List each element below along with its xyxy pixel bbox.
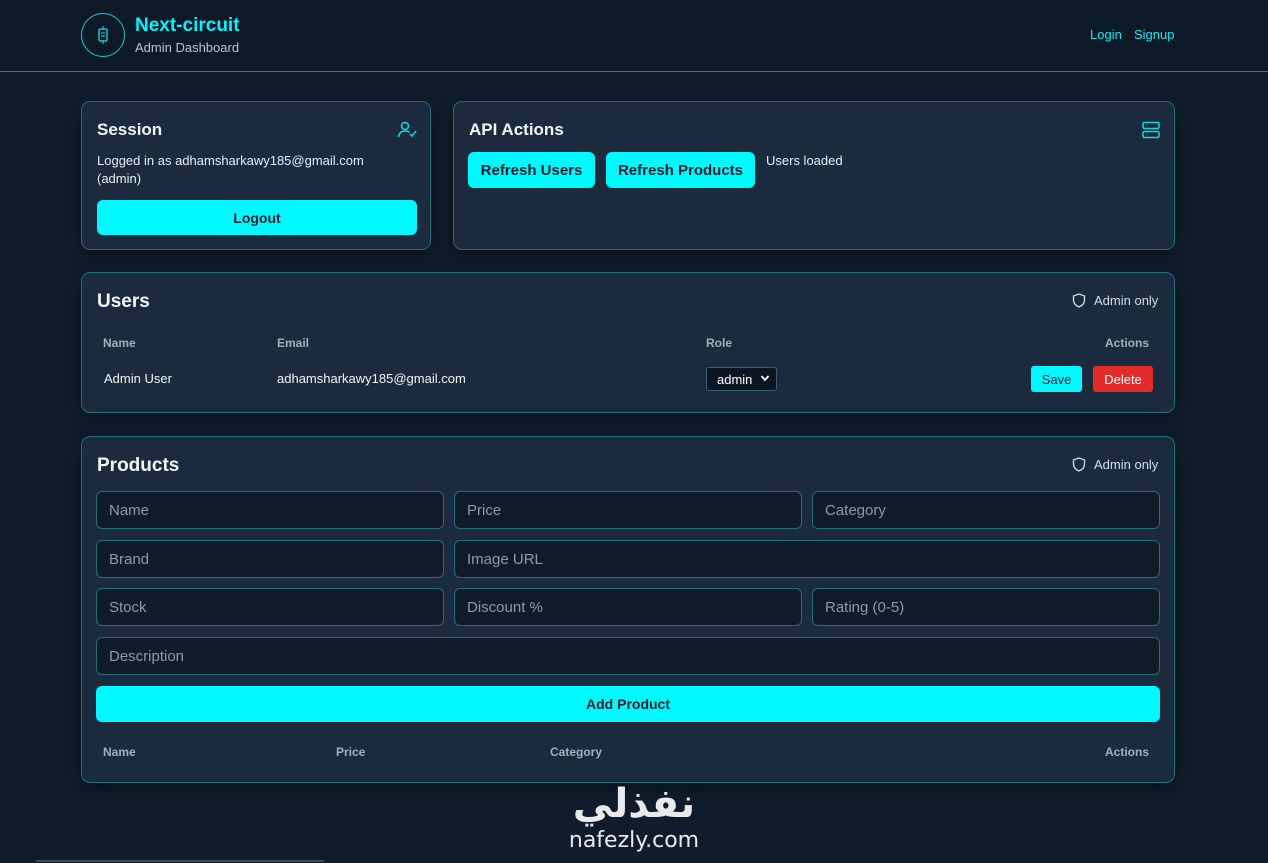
users-col-role: Role — [706, 336, 733, 350]
admin-only-badge: Admin only — [1072, 457, 1158, 472]
watermark-latin: nafezly.com — [568, 828, 700, 853]
server-icon — [1142, 121, 1160, 139]
shield-icon — [1072, 457, 1086, 472]
user-email-cell: adhamsharkawy185@gmail.com — [277, 371, 466, 386]
product-discount-input[interactable] — [454, 588, 802, 626]
role-select-value: admin — [717, 371, 753, 387]
product-brand-input[interactable] — [96, 540, 444, 578]
logged-in-text: Logged in as adhamsharkawy185@gmail.com — [97, 153, 364, 168]
session-title: Session — [97, 120, 163, 139]
user-check-icon — [397, 121, 417, 138]
products-col-name: Name — [103, 745, 136, 759]
users-col-email: Email — [277, 336, 310, 350]
refresh-users-button[interactable]: Refresh Users — [468, 152, 595, 188]
users-card: Users Admin only — [81, 272, 1175, 413]
role-select[interactable]: admin — [706, 367, 777, 391]
product-price-input[interactable] — [454, 491, 802, 529]
product-category-input[interactable] — [812, 491, 1160, 529]
add-product-button[interactable]: Add Product — [96, 686, 1160, 722]
circuit-chip-icon — [98, 26, 108, 44]
api-actions-title: API Actions — [469, 120, 564, 139]
products-col-price: Price — [336, 745, 366, 759]
product-stock-input[interactable] — [96, 588, 444, 626]
product-rating-input[interactable] — [812, 588, 1160, 626]
refresh-products-button[interactable]: Refresh Products — [606, 152, 755, 188]
products-col-category: Category — [550, 745, 603, 759]
session-card: Session Logged in as adhamsharkawy185@gm… — [81, 101, 431, 250]
product-name-input[interactable] — [96, 491, 444, 529]
users-col-actions: Actions — [1105, 336, 1150, 350]
save-user-button[interactable]: Save — [1031, 366, 1082, 392]
chevron-down-icon — [760, 375, 770, 382]
admin-only-label: Admin only — [1094, 293, 1159, 308]
logout-button[interactable]: Logout — [97, 200, 417, 235]
signup-link[interactable]: Signup — [1134, 27, 1174, 42]
shield-icon — [1072, 293, 1086, 308]
watermark-arabic: نفذلي — [572, 781, 696, 827]
watermark-logo: نفذلي nafezly.com — [554, 780, 714, 863]
logo[interactable] — [81, 13, 125, 57]
login-link[interactable]: Login — [1090, 27, 1122, 42]
admin-only-badge: Admin only — [1072, 293, 1158, 308]
brand-subtitle: Admin Dashboard — [135, 40, 240, 55]
products-col-actions: Actions — [1105, 745, 1150, 759]
users-title: Users — [97, 291, 150, 312]
users-col-name: Name — [103, 336, 136, 350]
product-description-input[interactable] — [96, 637, 1160, 675]
api-actions-card: API Actions Refresh Users Refresh Produc… — [453, 101, 1175, 250]
user-name-cell: Admin User — [104, 371, 172, 386]
products-title: Products — [97, 455, 180, 476]
bottom-divider — [36, 860, 324, 862]
logged-in-role: (admin) — [97, 171, 142, 186]
admin-only-label: Admin only — [1094, 457, 1159, 472]
api-status-text: Users loaded — [766, 153, 843, 168]
delete-user-button[interactable]: Delete — [1093, 366, 1153, 392]
top-navbar: Next-circuit Admin Dashboard Login Signu… — [0, 0, 1268, 72]
product-image-url-input[interactable] — [454, 540, 1160, 578]
brand-title[interactable]: Next-circuit — [135, 15, 240, 37]
